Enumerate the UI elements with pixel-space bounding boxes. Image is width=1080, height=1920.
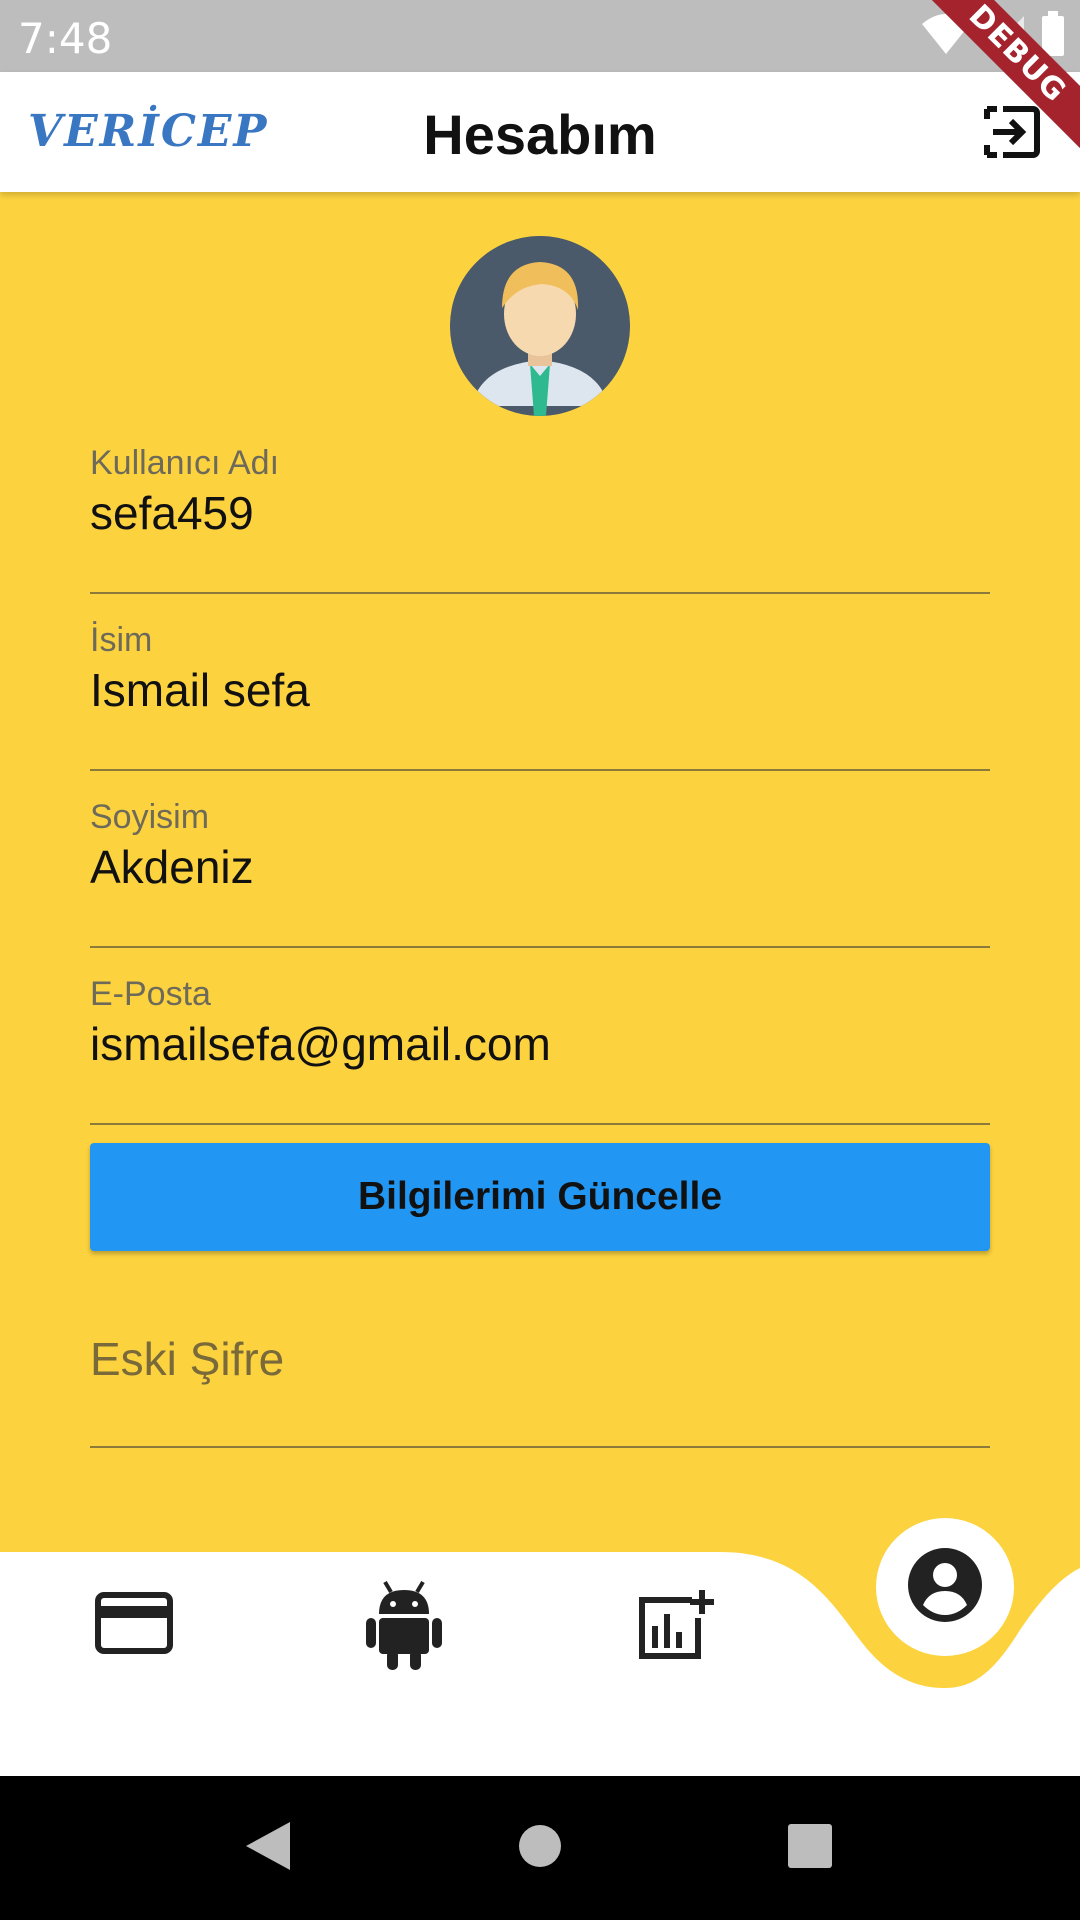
- back-button[interactable]: [208, 1776, 328, 1920]
- update-info-label: Bilgilerimi Güncelle: [357, 1175, 723, 1218]
- update-info-button[interactable]: Bilgilerimi Güncelle: [90, 1143, 990, 1251]
- status-time: 7:48: [18, 14, 113, 63]
- old-password-field[interactable]: Eski Şifre: [90, 1300, 990, 1448]
- android-icon: [365, 1578, 443, 1675]
- nav-android[interactable]: [364, 1580, 444, 1672]
- nav-cards[interactable]: [94, 1590, 174, 1660]
- old-password-placeholder: Eski Şifre: [90, 1333, 285, 1385]
- add-chart-icon: [636, 1588, 716, 1665]
- username-field[interactable]: Kullanıcı Adı sefa459: [90, 444, 990, 594]
- first-name-label: İsim: [90, 621, 153, 659]
- logout-icon: [983, 103, 1041, 166]
- last-name-value[interactable]: Akdeniz: [90, 840, 254, 894]
- username-value[interactable]: sefa459: [90, 486, 254, 540]
- nav-account[interactable]: [876, 1518, 1014, 1656]
- nav-add-chart[interactable]: [634, 1588, 718, 1665]
- last-name-field[interactable]: Soyisim Akdeniz: [90, 798, 990, 948]
- username-label: Kullanıcı Adı: [90, 444, 280, 482]
- home-button[interactable]: [480, 1776, 600, 1920]
- logout-button[interactable]: [982, 104, 1042, 164]
- account-circle-icon: [907, 1547, 983, 1628]
- system-nav-bar: [0, 1776, 1080, 1920]
- user-avatar-icon: [450, 236, 630, 416]
- last-name-label: Soyisim: [90, 798, 210, 836]
- page-title: Hesabım: [423, 103, 657, 166]
- email-label: E-Posta: [90, 975, 211, 1013]
- credit-card-icon: [95, 1591, 173, 1659]
- first-name-field[interactable]: İsim Ismail sefa: [90, 621, 990, 771]
- recents-icon: [787, 1823, 833, 1874]
- app-bar: VERİCEP Hesabım: [0, 72, 1080, 192]
- email-field[interactable]: E-Posta ismailsefa@gmail.com: [90, 975, 990, 1125]
- back-icon: [244, 1820, 292, 1877]
- avatar: [450, 236, 630, 416]
- status-bar: 7:48: [0, 0, 1080, 72]
- email-value[interactable]: ismailsefa@gmail.com: [90, 1017, 551, 1071]
- recents-button[interactable]: [750, 1776, 870, 1920]
- first-name-value[interactable]: Ismail sefa: [90, 663, 310, 717]
- home-icon: [518, 1824, 562, 1873]
